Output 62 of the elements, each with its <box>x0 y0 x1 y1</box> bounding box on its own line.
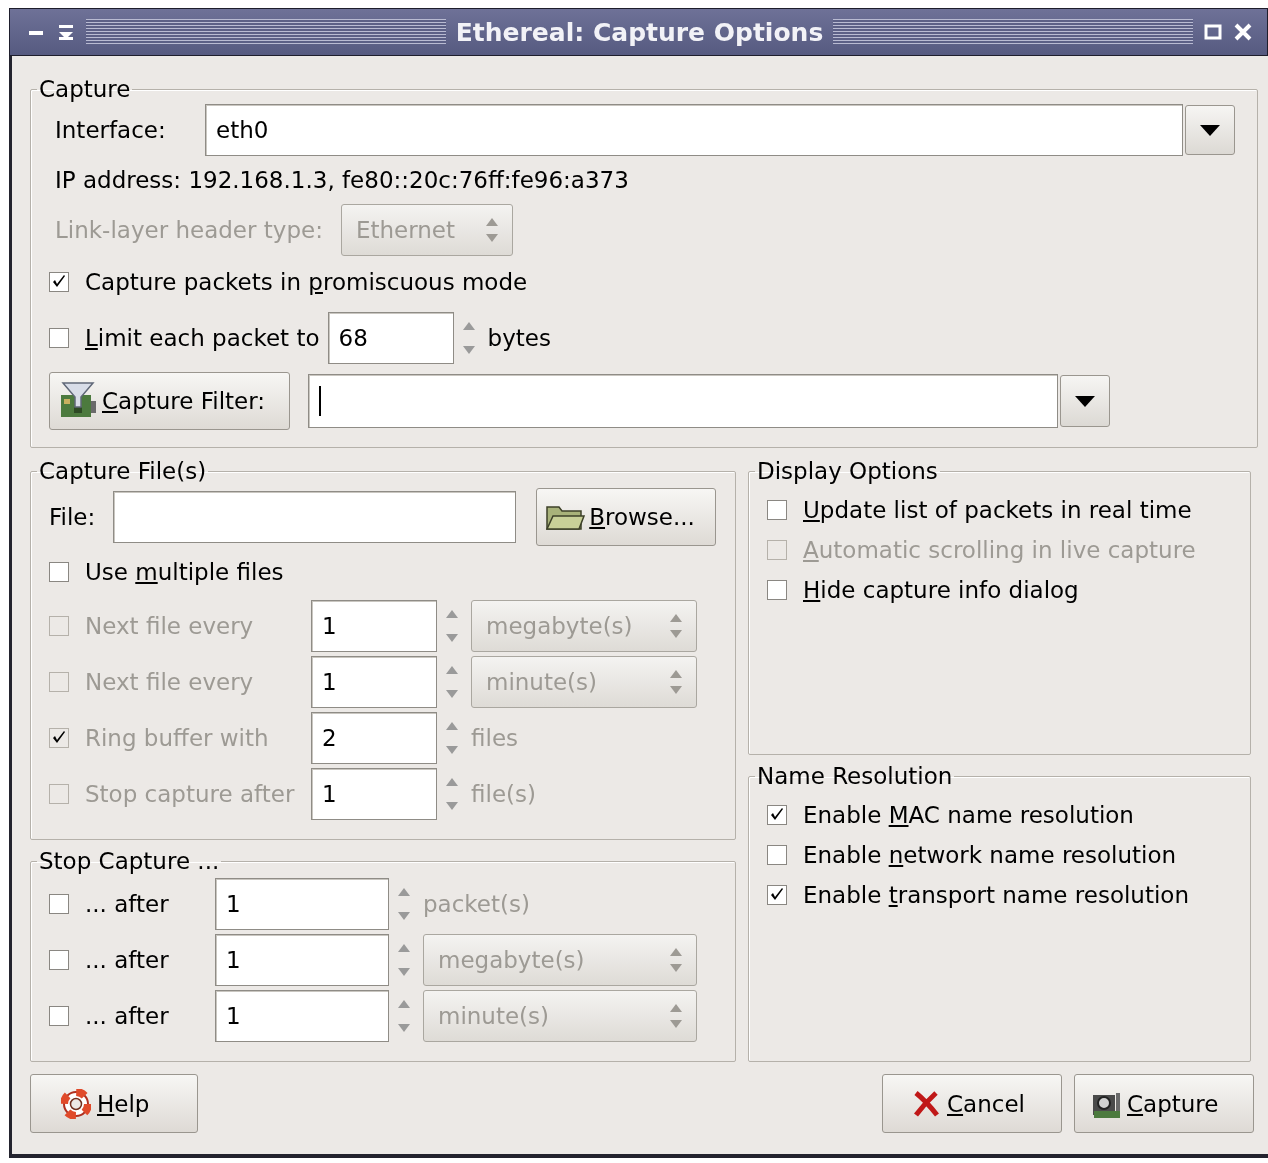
interface-field[interactable]: eth0 <box>205 104 1183 156</box>
checkbox[interactable] <box>767 885 787 905</box>
unit-label: bytes <box>487 325 551 351</box>
file-field[interactable] <box>113 491 517 543</box>
checkbox[interactable] <box>767 805 787 825</box>
spin-field[interactable]: 1 <box>215 934 389 986</box>
help-button[interactable]: Help <box>30 1074 198 1133</box>
checkbox-label: Update list of packets in real time <box>803 497 1192 523</box>
frame-title: Stop Capture ... <box>38 848 221 874</box>
ip-address-text: IP address: 192.168.1.3, fe80::20c:76ff:fe96:a373 <box>55 167 629 193</box>
checkbox[interactable] <box>767 845 787 865</box>
filter-field[interactable] <box>308 374 1058 428</box>
checkbox-label: Enable transport name resolution <box>803 882 1189 908</box>
frame-title: Capture <box>38 76 132 102</box>
checkbox[interactable] <box>49 328 69 348</box>
cancel-button[interactable]: Cancel <box>882 1074 1062 1133</box>
checkbox-label: Automatic scrolling in live capture <box>803 537 1196 563</box>
checkbox-label: Next file every <box>85 669 255 695</box>
lifebuoy-icon <box>61 1088 91 1119</box>
checkbox-label: ... after <box>85 947 170 973</box>
spin-field[interactable]: 1 <box>215 878 389 930</box>
checkbox-label: Enable MAC name resolution <box>803 802 1134 828</box>
checkbox[interactable] <box>49 562 69 582</box>
checkbox-label: ... after <box>85 891 170 917</box>
checkbox[interactable] <box>767 500 787 520</box>
caret-icon <box>1199 123 1221 137</box>
checkbox[interactable] <box>49 950 69 970</box>
checkbox[interactable] <box>49 1006 69 1026</box>
frame-title: Display Options <box>756 458 939 484</box>
checkbox[interactable] <box>49 894 69 914</box>
checkbox[interactable] <box>49 272 69 292</box>
frame-title: Name Resolution <box>756 763 954 789</box>
checkbox-label: Capture packets in promiscuous mode <box>85 269 528 295</box>
link-layer-label: Link-layer header type: <box>55 217 323 243</box>
close-icon[interactable] <box>1233 22 1253 42</box>
dropdown-button[interactable] <box>1060 375 1110 427</box>
interface-label: Interface: <box>55 117 167 143</box>
window-title: Ethereal: Capture Options <box>455 17 824 47</box>
checkbox-label: Ring buffer with <box>85 725 270 751</box>
unit-label: file(s) <box>471 781 536 807</box>
unit-label: packet(s) <box>423 891 530 917</box>
spin-field[interactable]: 1 <box>215 990 389 1042</box>
maximize-icon[interactable] <box>1203 22 1223 42</box>
checkbox-label: Stop capture after <box>85 781 296 807</box>
capture-button[interactable]: Capture <box>1074 1074 1254 1133</box>
shade-icon[interactable] <box>56 22 76 42</box>
dropdown-button[interactable] <box>1185 105 1235 155</box>
checkbox-label: Next file every <box>85 613 255 639</box>
file-label: File: <box>49 504 96 530</box>
unit-label: files <box>471 725 518 751</box>
caret-icon <box>1074 394 1096 408</box>
checkbox[interactable] <box>767 580 787 600</box>
capture-filter-button[interactable]: Capture Filter: <box>49 372 290 430</box>
browse-button[interactable]: Browse... <box>536 488 717 546</box>
checkbox-label: Enable network name resolution <box>803 842 1177 868</box>
checkbox-label: Limit each packet to <box>85 325 320 351</box>
checkbox-label: ... after <box>85 1003 170 1029</box>
cross-icon <box>911 1088 941 1119</box>
checkbox-label: Hide capture info dialog <box>803 577 1079 603</box>
spin-field[interactable]: 68 <box>327 312 454 364</box>
checkbox-label: Use multiple files <box>85 559 284 585</box>
frame-title: Capture File(s) <box>38 458 208 484</box>
